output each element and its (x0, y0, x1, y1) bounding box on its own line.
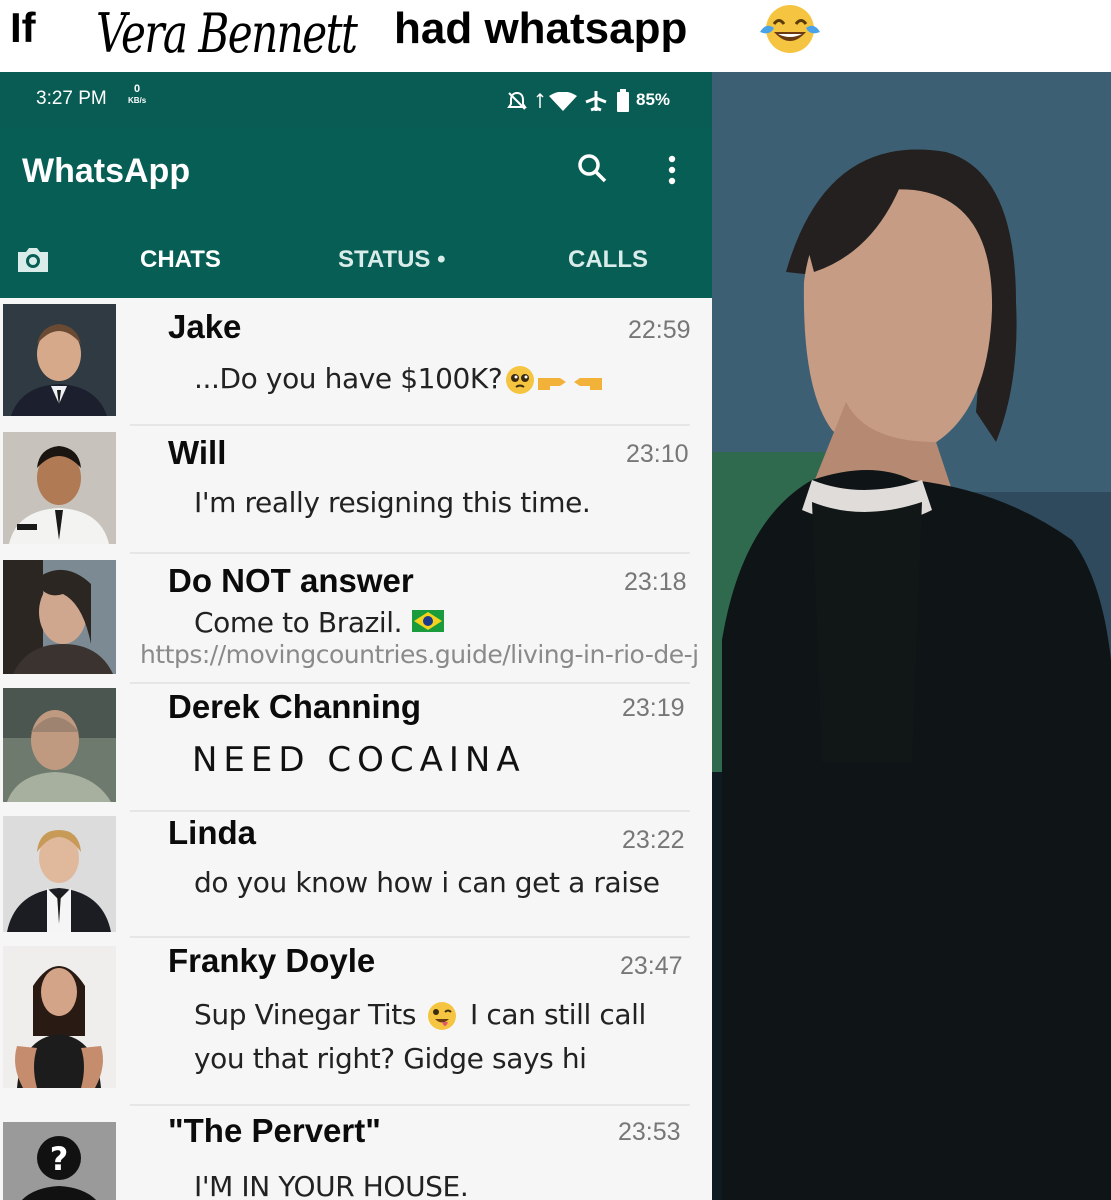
chat-name: Jake (168, 308, 242, 345)
caption-name: Vera Bennett (96, 2, 358, 65)
chat-link[interactable]: https://movingcountries.guide/living-in-… (140, 640, 699, 669)
chat-message: do you know how i can get a raise (194, 866, 660, 899)
tab-calls[interactable]: CALLS (568, 246, 648, 274)
chat-message: Come to Brazil. (194, 606, 403, 639)
tab-chats[interactable]: CHATS (140, 246, 221, 274)
battery-icon (617, 89, 629, 112)
whatsapp-screenshot: 3:27 PM 0 KB/s 85% WhatsApp CHATS STATUS… (0, 72, 712, 1200)
app-title: WhatsApp (22, 152, 191, 190)
row-divider (130, 936, 690, 938)
chat-list: Jake 22:59 ...Do you have $100K? Will 23… (0, 298, 712, 1200)
data-rate: 0 KB/s (128, 84, 146, 106)
chat-name: Will (168, 434, 227, 471)
tab-status[interactable]: STATUS • (338, 246, 446, 274)
chat-message-line2: you that right? Gidge says hi (194, 1042, 587, 1075)
avatar-will[interactable] (3, 432, 116, 544)
chat-name: Franky Doyle (168, 942, 376, 979)
chat-time: 23:47 (620, 952, 683, 980)
avatar-do-not-answer[interactable] (3, 560, 116, 674)
avatar-derek-channing[interactable] (3, 688, 116, 802)
chat-name: Do NOT answer (168, 562, 414, 599)
chat-row-the-pervert[interactable]: ? "The Pervert" 23:53 I'M IN YOUR HOUSE. (0, 1108, 712, 1200)
app-bar: WhatsApp CHATS STATUS • CALLS (0, 128, 712, 354)
caption-prefix: If (10, 4, 36, 51)
chat-name: "The Pervert" (168, 1112, 381, 1149)
character-photo (712, 72, 1111, 1200)
chat-message: ...Do you have $100K? (194, 362, 503, 395)
chat-name: Derek Channing (168, 688, 422, 725)
meme-caption: If Vera Bennett had whatsapp (0, 0, 1111, 72)
more-options-icon[interactable] (662, 154, 682, 186)
caption-suffix: had whatsapp (394, 4, 688, 53)
avatar-franky-doyle[interactable] (3, 946, 116, 1088)
tears-of-joy-icon (760, 5, 820, 53)
chat-row-linda[interactable]: Linda 23:22 do you know how i can get a … (0, 812, 712, 942)
chat-time: 22:59 (628, 316, 691, 344)
camera-icon[interactable] (16, 244, 50, 274)
chat-message-line1b: I can still call (470, 998, 646, 1031)
chat-message: I'M IN YOUR HOUSE. (194, 1170, 469, 1200)
avatar-jake[interactable] (3, 304, 116, 416)
status-bar: 3:27 PM 0 KB/s 85% (0, 72, 712, 128)
wifi-icon (549, 92, 577, 111)
chat-row-jake[interactable]: Jake 22:59 ...Do you have $100K? (0, 298, 712, 426)
status-time: 3:27 PM (36, 88, 107, 109)
chat-message-line1: Sup Vinegar Tits (194, 998, 417, 1031)
signal-icon (536, 92, 544, 108)
brazil-flag-icon (412, 610, 444, 632)
data-rate-value: 0 (134, 83, 141, 95)
search-icon[interactable] (576, 152, 608, 184)
battery-percent: 85% (636, 90, 671, 109)
chat-time: 23:19 (622, 694, 685, 722)
chat-row-derek-channing[interactable]: Derek Channing 23:19 NEED COCAINA (0, 684, 712, 812)
chat-time: 23:10 (626, 440, 689, 468)
chat-time: 23:18 (624, 568, 687, 596)
chat-row-franky-doyle[interactable]: Franky Doyle 23:47 Sup Vinegar Tits I ca… (0, 942, 712, 1108)
chat-message: NEED COCAINA (192, 740, 526, 780)
chat-row-will[interactable]: Will 23:10 I'm really resigning this tim… (0, 426, 712, 554)
mute-icon (507, 91, 527, 110)
row-divider (130, 1104, 690, 1106)
svg-text:?: ? (50, 1140, 69, 1178)
avatar-linda[interactable] (3, 816, 116, 932)
chat-name: Linda (168, 814, 256, 851)
pleading-face-pointing-fingers-icon (506, 366, 602, 394)
chat-message: I'm really resigning this time. (194, 486, 591, 519)
winking-tongue-face-icon (428, 1002, 456, 1030)
chat-time: 23:53 (618, 1118, 681, 1146)
avatar-unknown-silhouette[interactable]: ? (3, 1122, 116, 1200)
data-rate-unit: KB/s (128, 96, 147, 105)
chat-row-do-not-answer[interactable]: Do NOT answer 23:18 Come to Brazil. http… (0, 554, 712, 684)
airplane-icon (585, 91, 607, 112)
chat-time: 23:22 (622, 826, 685, 854)
